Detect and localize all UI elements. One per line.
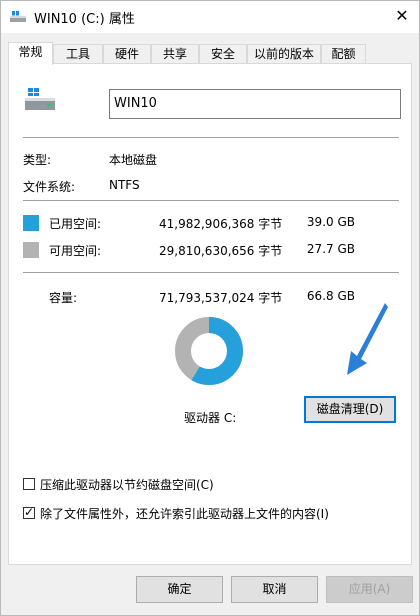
- title-bar: WIN10 (C:) 属性 ✕: [1, 1, 419, 33]
- filesystem-value: NTFS: [109, 178, 140, 192]
- tab-sharing[interactable]: 共享: [151, 44, 199, 64]
- drive-icon: [25, 88, 55, 110]
- separator: [23, 200, 399, 201]
- properties-window: WIN10 (C:) 属性 ✕ 常规 工具 硬件 共享 安全 以前的版本 配额 …: [0, 0, 420, 616]
- used-space-swatch: [23, 215, 39, 231]
- tab-quota[interactable]: 配额: [321, 44, 366, 64]
- free-space-gb: 27.7 GB: [306, 242, 355, 256]
- free-space-bytes: 29,810,630,656 字节: [159, 244, 283, 258]
- free-space-swatch: [23, 242, 39, 258]
- apply-button[interactable]: 应用(A): [326, 576, 413, 603]
- type-value: 本地磁盘: [109, 153, 158, 167]
- window-title: WIN10 (C:) 属性: [34, 12, 135, 27]
- separator: [23, 137, 399, 138]
- drive-letter-label: 驱动器 C:: [184, 411, 237, 425]
- free-space-label: 可用空间:: [49, 244, 102, 258]
- tab-security[interactable]: 安全: [199, 44, 247, 64]
- drive-title-icon: [10, 11, 26, 22]
- compress-label[interactable]: 压缩此驱动器以节约磁盘空间(C): [40, 476, 214, 493]
- index-label[interactable]: 除了文件属性外，还允许索引此驱动器上文件的内容(I): [40, 505, 329, 522]
- tab-tools[interactable]: 工具: [53, 44, 103, 64]
- tab-strip: 常规 工具 硬件 共享 安全 以前的版本 配额: [8, 42, 368, 65]
- disk-cleanup-button[interactable]: 磁盘清理(D): [304, 396, 396, 423]
- compress-checkbox[interactable]: [23, 478, 35, 490]
- separator: [23, 272, 399, 273]
- index-check-mark: ✓: [24, 505, 35, 519]
- used-space-bytes: 41,982,906,368 字节: [159, 217, 283, 231]
- tab-general[interactable]: 常规: [8, 42, 53, 65]
- close-button[interactable]: ✕: [391, 5, 413, 27]
- used-space-gb: 39.0 GB: [306, 215, 355, 229]
- ok-button[interactable]: 确定: [136, 576, 223, 603]
- cancel-button[interactable]: 取消: [231, 576, 318, 603]
- type-label: 类型:: [23, 153, 52, 167]
- used-space-label: 已用空间:: [49, 217, 102, 231]
- volume-name-input[interactable]: WIN10: [109, 89, 401, 119]
- index-checkbox[interactable]: ✓: [23, 505, 35, 519]
- disk-usage-donut: [175, 317, 243, 385]
- filesystem-label: 文件系统:: [23, 180, 76, 194]
- annotation-arrow-icon: [347, 303, 388, 375]
- tab-previous-versions[interactable]: 以前的版本: [247, 44, 321, 64]
- capacity-bytes: 71,793,537,024 字节: [159, 291, 283, 305]
- tab-hardware[interactable]: 硬件: [103, 44, 151, 64]
- capacity-label: 容量:: [49, 291, 78, 305]
